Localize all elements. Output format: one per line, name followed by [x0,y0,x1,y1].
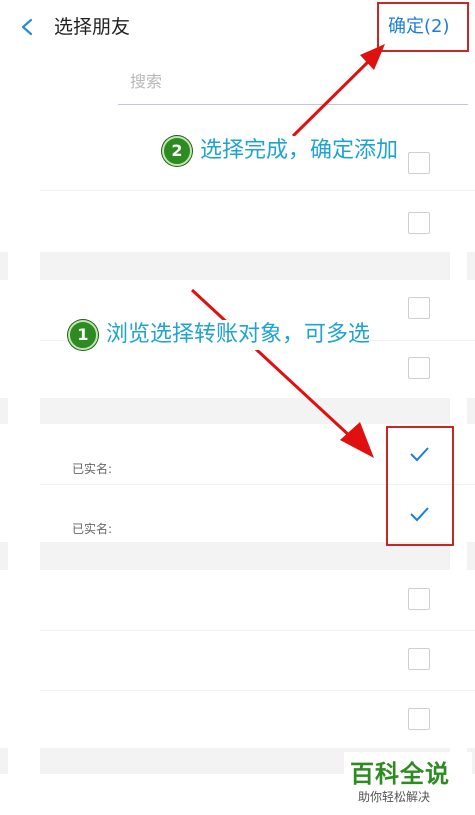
watermark: 百科全说 助你轻松解决 [344,752,472,810]
step-two-text: 选择完成，确定添加 [200,138,399,163]
watermark-tagline: 助你轻松解决 [358,790,431,804]
step-two-annotation: 2 选择完成，确定添加 [162,136,399,166]
step-one-text: 浏览选择转账对象，可多选 [106,322,371,347]
step-one-annotation: 1 浏览选择转账对象，可多选 [68,320,371,350]
step-one-badge: 1 [68,320,98,350]
step-two-badge: 2 [162,136,192,166]
watermark-logo: 百科全说 [350,760,450,788]
arrow-to-checkboxes [190,288,354,440]
arrow-to-confirm [291,56,374,138]
annotation-arrows [190,44,385,458]
arrowhead-checkboxes-icon [340,422,374,458]
